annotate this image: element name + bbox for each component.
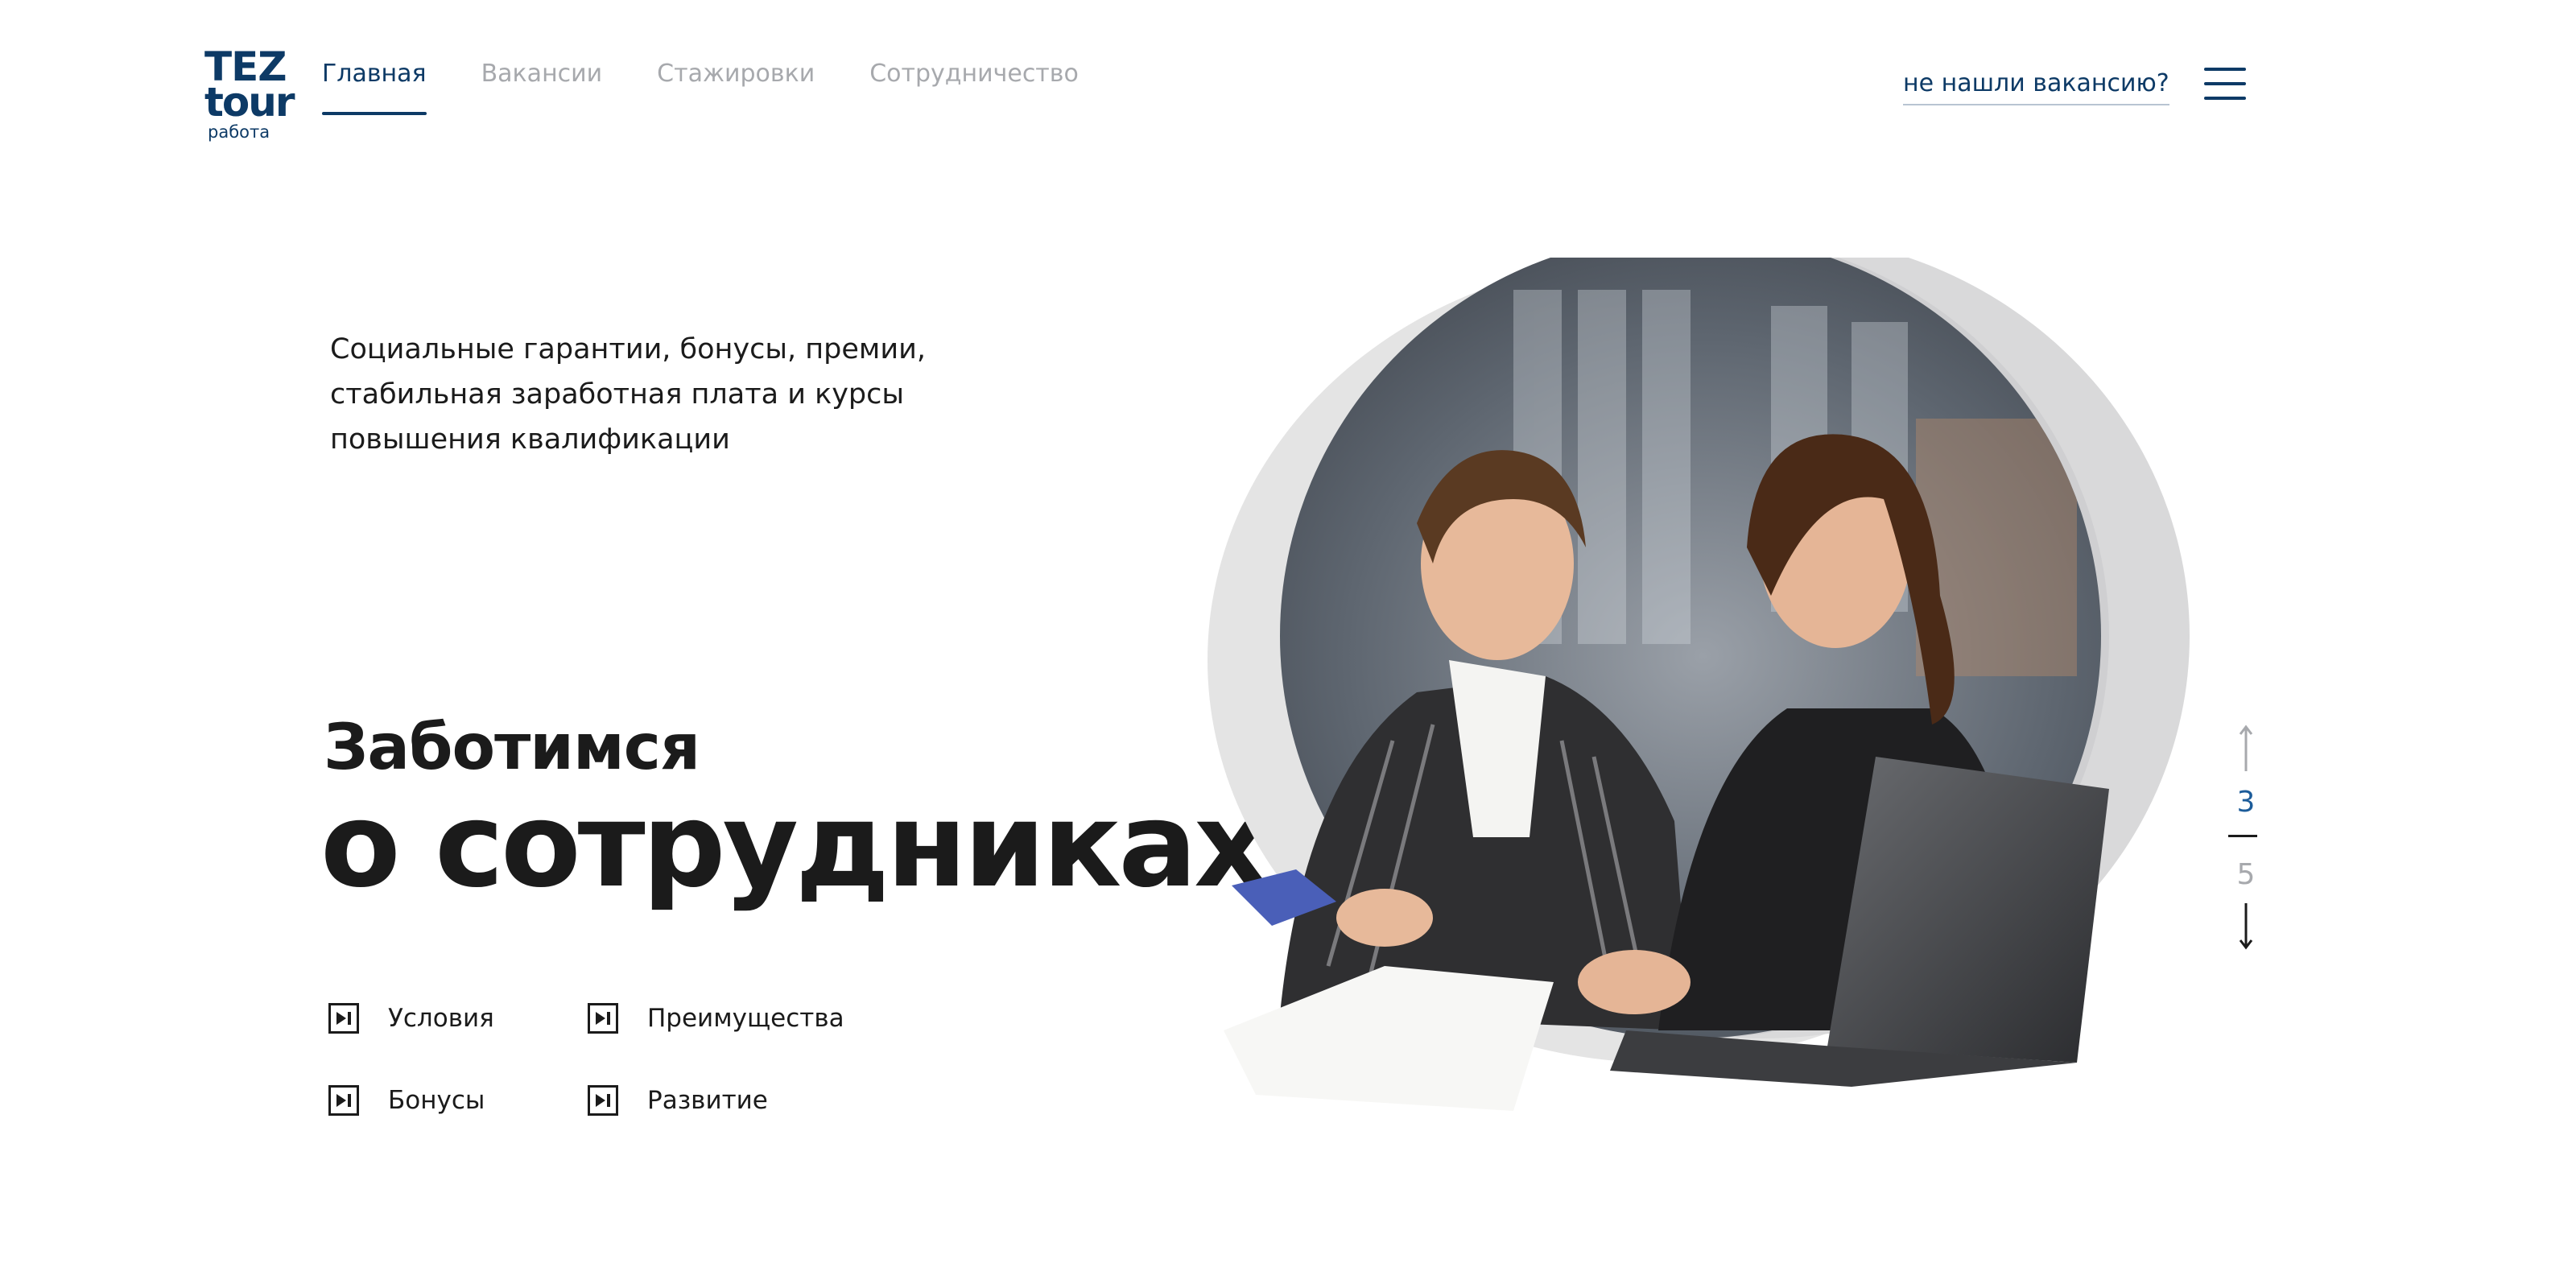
logo-line-3: работа <box>208 122 270 142</box>
link-label: Преимущества <box>647 1004 844 1033</box>
hero-photo <box>1208 233 2198 1143</box>
link-advantages[interactable]: Преимущества <box>588 1003 844 1034</box>
not-found-vacancy-link[interactable]: не нашли вакансию? <box>1903 69 2169 105</box>
link-label: Условия <box>388 1004 494 1033</box>
arrow-up-icon[interactable] <box>2238 724 2254 776</box>
main-nav: Главная Вакансии Стажировки Сотрудничест… <box>322 60 1079 115</box>
hamburger-menu-icon[interactable] <box>2204 68 2246 100</box>
pager-total: 5 <box>2236 858 2256 891</box>
link-development[interactable]: Развитие <box>588 1085 768 1116</box>
hero-heading-big: о сотрудниках <box>320 778 1269 914</box>
pager-divider <box>2228 835 2257 837</box>
arrow-down-icon[interactable] <box>2238 902 2254 953</box>
page: TEZ tour работа Главная Вакансии Стажиро… <box>0 0 2576 1288</box>
link-label: Бонусы <box>388 1086 485 1115</box>
nav-item-vacancies[interactable]: Вакансии <box>481 60 603 115</box>
hero-lead-text: Социальные гарантии, бонусы, премии, ста… <box>330 333 926 456</box>
menu-bar <box>2204 68 2246 71</box>
logo-line-2: tour <box>204 79 295 126</box>
play-next-icon <box>328 1085 359 1116</box>
play-next-icon <box>588 1085 618 1116</box>
nav-item-internships[interactable]: Стажировки <box>657 60 815 115</box>
play-next-icon <box>328 1003 359 1034</box>
pager-current: 3 <box>2236 786 2256 819</box>
slide-pager: 3 5 <box>2222 708 2270 966</box>
hero-heading-small: Заботимся <box>324 712 700 784</box>
link-conditions[interactable]: Условия <box>328 1003 494 1034</box>
tez-tour-logo[interactable]: TEZ tour работа <box>204 47 295 142</box>
play-next-icon <box>588 1003 618 1034</box>
nav-item-main[interactable]: Главная <box>322 60 427 115</box>
link-label: Развитие <box>647 1086 768 1115</box>
menu-bar <box>2204 82 2246 85</box>
menu-bar <box>2204 97 2246 100</box>
nav-item-cooperation[interactable]: Сотрудничество <box>869 60 1079 115</box>
link-bonuses[interactable]: Бонусы <box>328 1085 485 1116</box>
